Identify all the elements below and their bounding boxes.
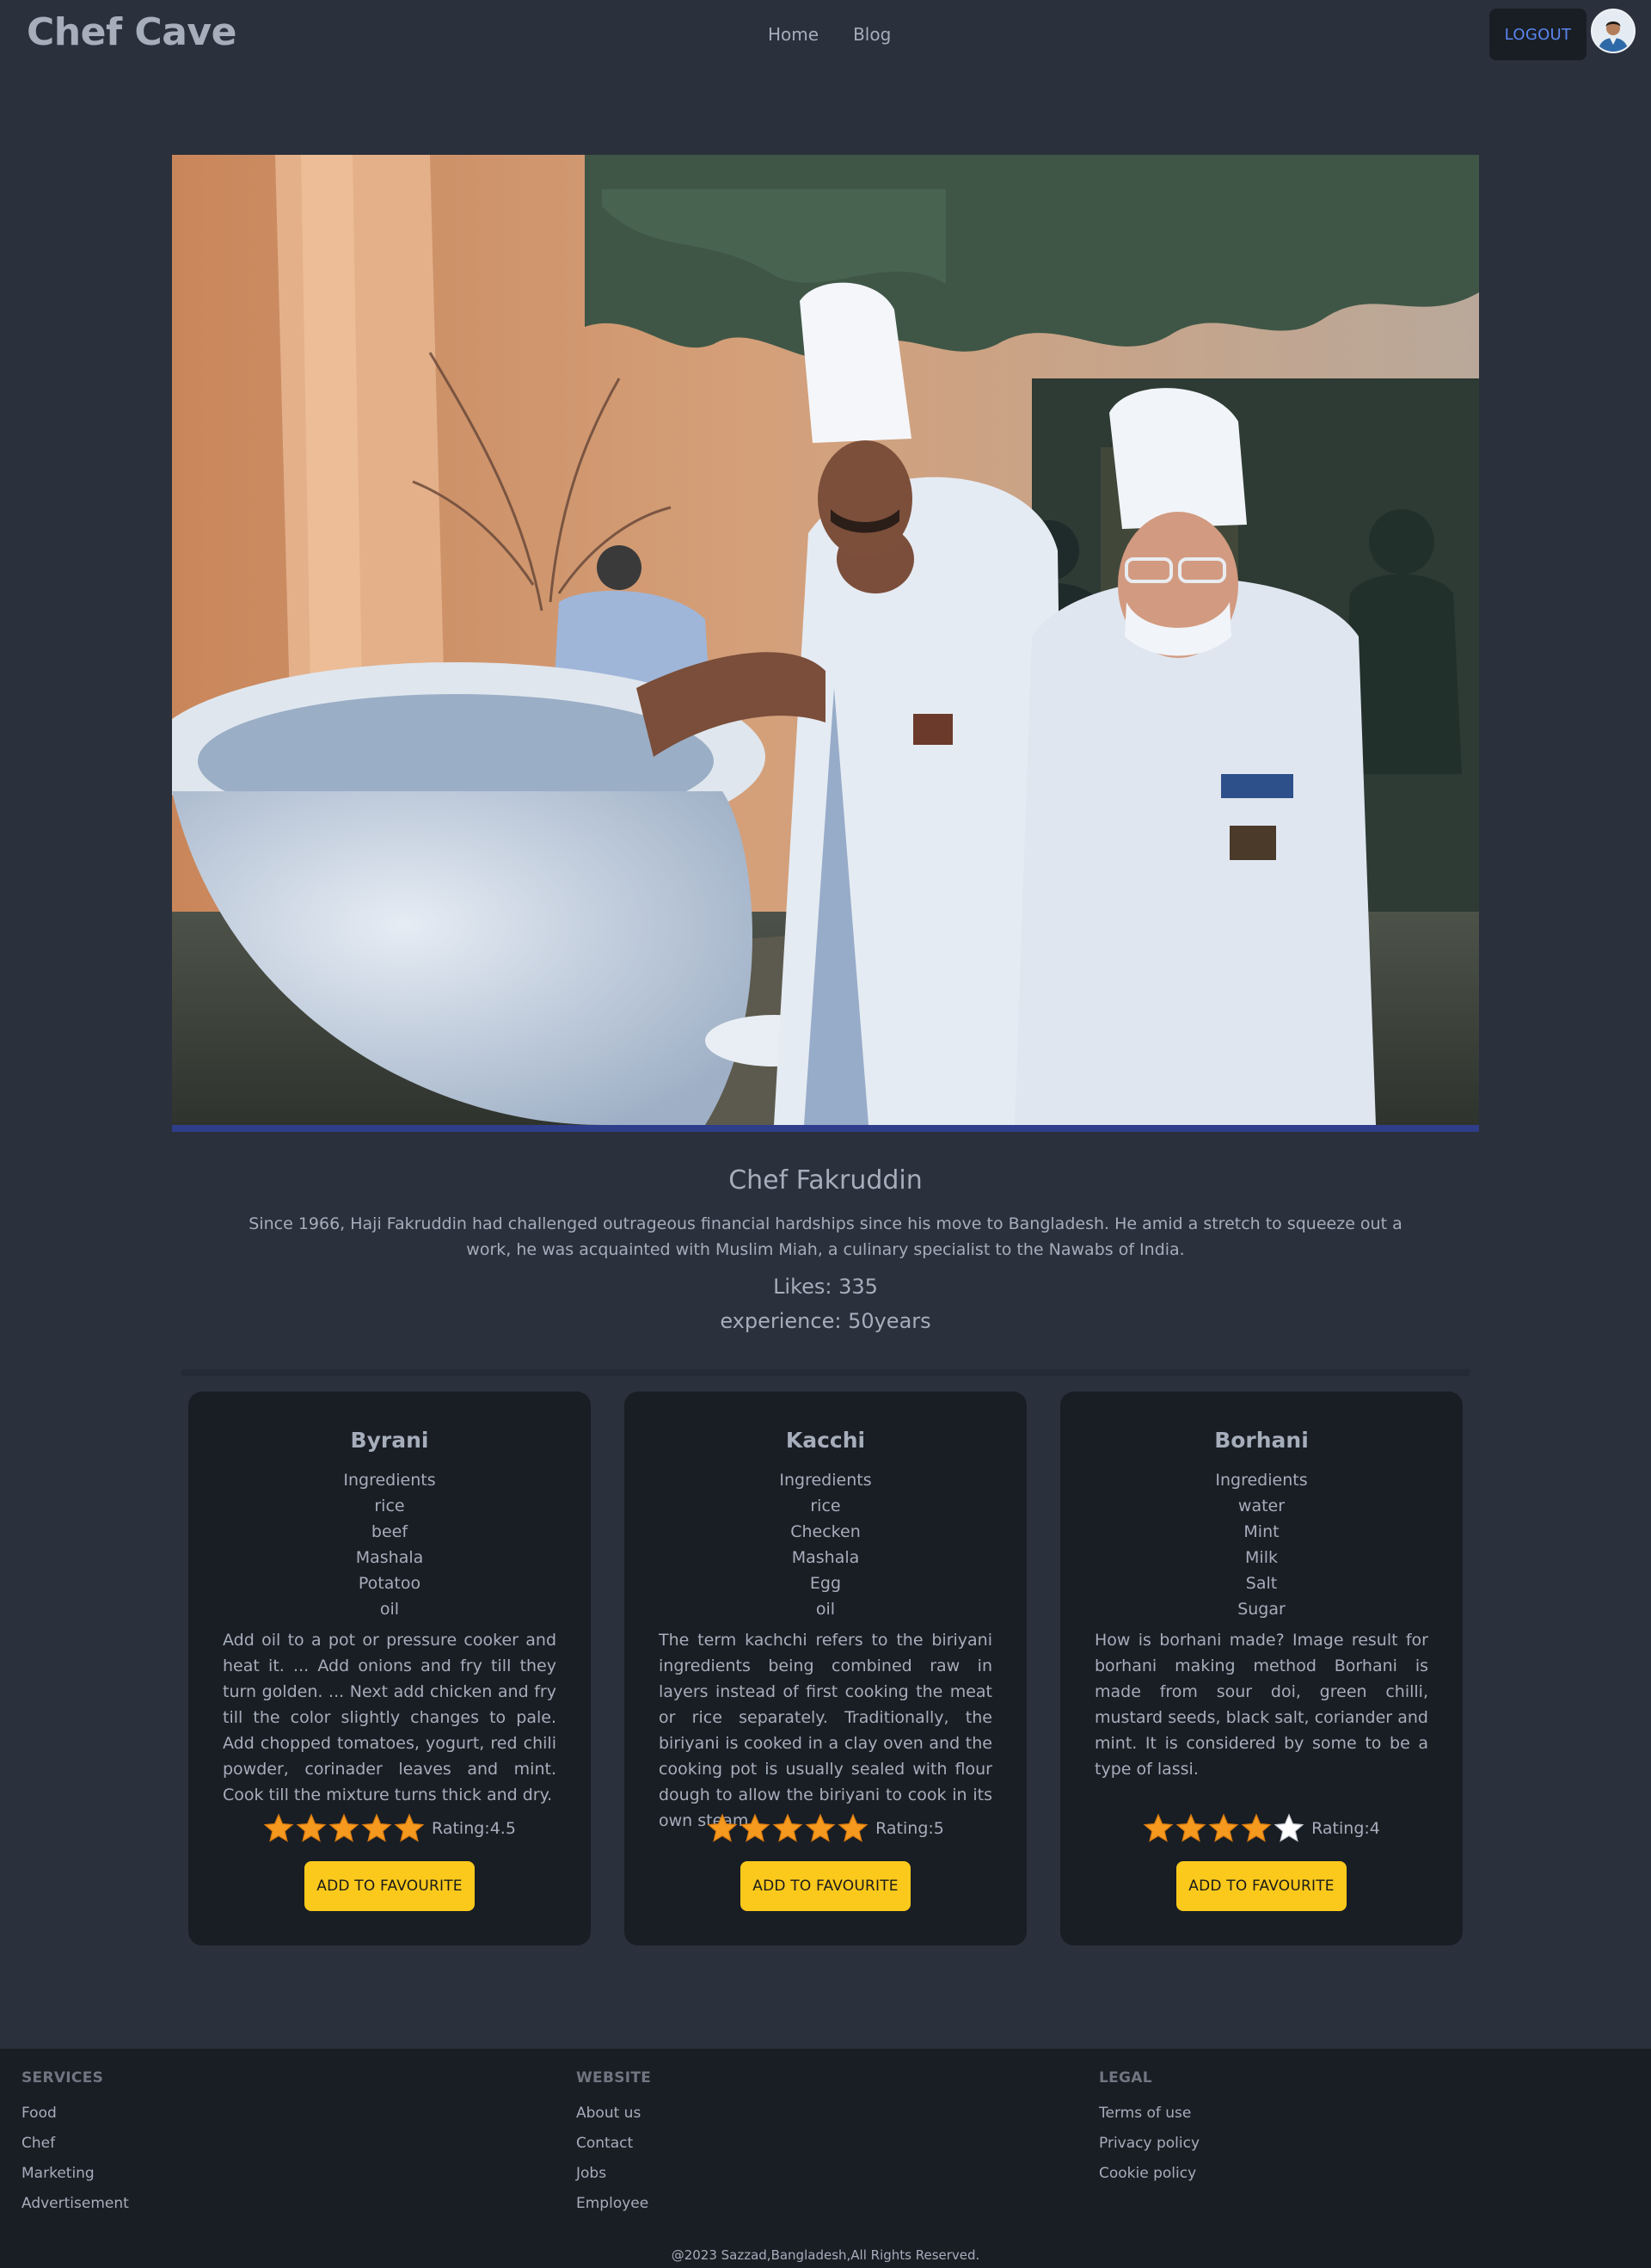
recipe-title: Kacchi (785, 1428, 866, 1453)
section-divider (181, 1369, 1470, 1376)
rating-row: Rating:4.5 (188, 1813, 591, 1844)
footer-link-about[interactable]: About us (576, 2099, 651, 2129)
copyright: @2023 Sazzad,Bangladesh,All Rights Reser… (671, 2247, 980, 2263)
chef-likes: Likes: 335 (773, 1275, 878, 1299)
add-to-favourite-button[interactable]: ADD TO FAVOURITE (304, 1861, 475, 1911)
ingredient-item: Milk (1245, 1548, 1278, 1567)
footer-link-chef[interactable]: Chef (21, 2129, 129, 2159)
star-icon (1208, 1813, 1239, 1842)
star-icon (772, 1813, 803, 1842)
footer-heading: WEBSITE (576, 2069, 652, 2087)
ingredients-label: Ingredients (343, 1471, 436, 1490)
ingredients-list: Ingredients rice Checken Mashala Egg oil (624, 1467, 1027, 1622)
footer-link-jobs[interactable]: Jobs (576, 2159, 651, 2189)
recipe-card: Kacchi Ingredients rice Checken Mashala … (624, 1392, 1027, 1945)
ingredient-item: oil (815, 1600, 836, 1619)
ingredient-item: rice (374, 1497, 405, 1515)
ingredient-item: Egg (809, 1574, 842, 1593)
ingredient-item: Potatoo (358, 1574, 421, 1593)
recipe-description: How is borhani made? Image result for bo… (1095, 1631, 1428, 1779)
navbar: Chef Cave Home Blog LOGOUT (0, 0, 1651, 71)
ingredient-item: Mashala (355, 1548, 424, 1567)
star-icon (1274, 1813, 1304, 1842)
chef-photo (172, 155, 1479, 1132)
star-icon (394, 1813, 425, 1842)
recipe-title: Borhani (1214, 1428, 1309, 1453)
ingredients-label: Ingredients (1215, 1471, 1308, 1490)
rating-text: Rating:4.5 (432, 1819, 516, 1838)
hero-underline (172, 1125, 1479, 1132)
nav-links: Home Blog (768, 24, 891, 45)
chef-info: Chef Fakruddin Since 1966, Haji Fakruddi… (172, 1165, 1479, 1333)
star-icon (296, 1813, 327, 1842)
ingredient-item: oil (379, 1600, 400, 1619)
star-icon (1241, 1813, 1272, 1842)
footer-link-contact[interactable]: Contact (576, 2129, 651, 2159)
chef-bio: Since 1966, Haji Fakruddin had challenge… (249, 1214, 1402, 1259)
rating-stars (263, 1813, 425, 1844)
footer-website: WEBSITE About us Contact Jobs Employee (576, 2069, 651, 2219)
footer-link-cookie[interactable]: Cookie policy (1099, 2159, 1200, 2189)
footer-link-marketing[interactable]: Marketing (21, 2159, 129, 2189)
ingredient-item: Mint (1243, 1522, 1280, 1541)
star-icon (838, 1813, 868, 1842)
ingredient-item: rice (810, 1497, 841, 1515)
ingredient-item: water (1237, 1497, 1286, 1515)
nav-home-link[interactable]: Home (768, 24, 819, 45)
star-icon (263, 1813, 294, 1842)
ingredients-list: Ingredients rice beef Mashala Potatoo oi… (188, 1467, 591, 1622)
footer-legal: LEGAL Terms of use Privacy policy Cookie… (1099, 2069, 1200, 2189)
chef-experience: experience: 50years (720, 1309, 931, 1333)
rating-text: Rating:5 (875, 1819, 944, 1838)
star-icon (1175, 1813, 1206, 1842)
ingredient-item: beef (371, 1522, 408, 1541)
chef-name: Chef Fakruddin (728, 1165, 923, 1195)
rating-row: Rating:5 (624, 1813, 1027, 1844)
avatar-icon[interactable] (1591, 9, 1636, 53)
ingredient-item: Sugar (1237, 1600, 1286, 1619)
ingredient-item: Salt (1245, 1574, 1278, 1593)
logout-button[interactable]: LOGOUT (1489, 9, 1587, 60)
footer: SERVICES Food Chef Marketing Advertiseme… (0, 2049, 1651, 2268)
footer-heading: LEGAL (1099, 2069, 1152, 2087)
ingredient-item: Mashala (791, 1548, 860, 1567)
brand-logo[interactable]: Chef Cave (27, 10, 236, 54)
rating-stars (1143, 1813, 1304, 1844)
footer-link-privacy[interactable]: Privacy policy (1099, 2129, 1200, 2159)
footer-services: SERVICES Food Chef Marketing Advertiseme… (21, 2069, 129, 2219)
footer-link-employee[interactable]: Employee (576, 2189, 651, 2219)
rating-text: Rating:4 (1311, 1819, 1380, 1838)
ingredient-item: Checken (790, 1522, 861, 1541)
add-to-favourite-button[interactable]: ADD TO FAVOURITE (1176, 1861, 1347, 1911)
recipe-card: Byrani Ingredients rice beef Mashala Pot… (188, 1392, 591, 1945)
footer-link-advertisement[interactable]: Advertisement (21, 2189, 129, 2219)
nav-blog-link[interactable]: Blog (853, 24, 891, 45)
rating-stars (707, 1813, 868, 1844)
footer-link-food[interactable]: Food (21, 2099, 129, 2129)
recipe-description: Add oil to a pot or pressure cooker and … (223, 1631, 556, 1804)
star-icon (328, 1813, 359, 1842)
star-icon (805, 1813, 836, 1842)
footer-heading: SERVICES (21, 2069, 104, 2087)
add-to-favourite-button[interactable]: ADD TO FAVOURITE (740, 1861, 911, 1911)
footer-link-terms[interactable]: Terms of use (1099, 2099, 1200, 2129)
recipe-card: Borhani Ingredients water Mint Milk Salt… (1060, 1392, 1463, 1945)
star-icon (740, 1813, 770, 1842)
recipe-title: Byrani (350, 1428, 429, 1453)
star-icon (1143, 1813, 1174, 1842)
star-icon (707, 1813, 738, 1842)
rating-row: Rating:4 (1060, 1813, 1463, 1844)
ingredients-list: Ingredients water Mint Milk Salt Sugar (1060, 1467, 1463, 1622)
ingredients-label: Ingredients (779, 1471, 872, 1490)
star-icon (361, 1813, 392, 1842)
recipe-description: The term kachchi refers to the biriyani … (659, 1631, 992, 1830)
